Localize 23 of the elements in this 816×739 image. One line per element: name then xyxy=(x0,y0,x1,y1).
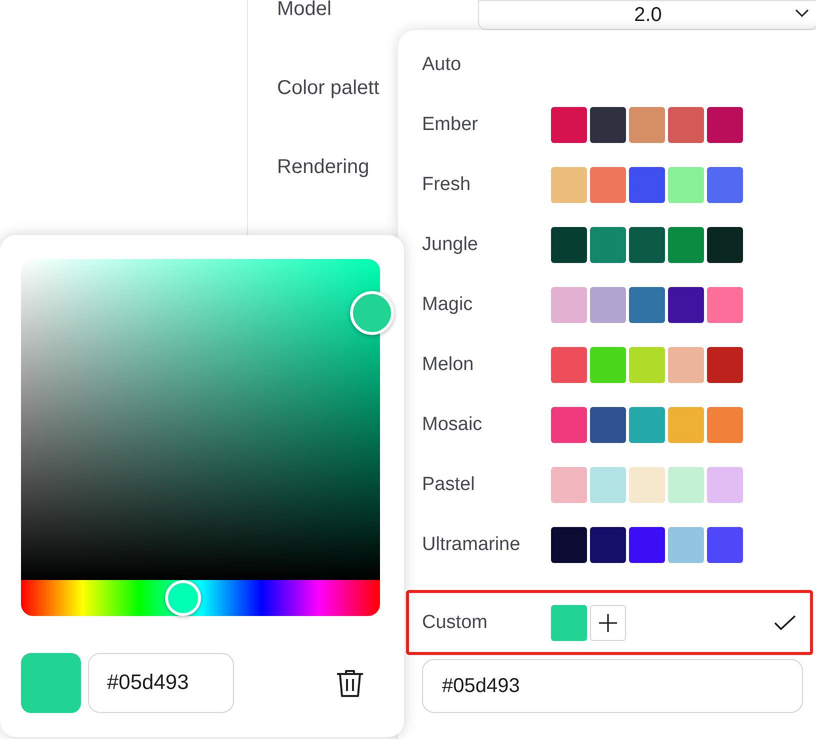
palette-option[interactable]: Melon xyxy=(422,354,551,376)
palette-option[interactable]: Ultramarine xyxy=(422,534,551,556)
palette-option[interactable]: Fresh xyxy=(422,174,551,196)
palette-option[interactable]: Pastel xyxy=(422,474,551,496)
palette-option[interactable]: Custom xyxy=(422,612,551,634)
hue-handle[interactable] xyxy=(164,580,201,616)
model-select[interactable]: 2.0 xyxy=(478,0,816,30)
hue-slider[interactable] xyxy=(21,580,380,616)
plus-icon xyxy=(598,612,618,632)
setting-label: Model xyxy=(277,0,332,21)
chevron-down-icon xyxy=(795,9,809,17)
setting-label: Color palett xyxy=(277,77,380,100)
palette-option[interactable]: Magic xyxy=(422,294,551,316)
palette-option[interactable]: Ember xyxy=(422,114,551,136)
setting-label: Rendering xyxy=(277,156,370,179)
add-color-button[interactable] xyxy=(590,604,626,640)
palette-option[interactable]: Auto xyxy=(422,54,551,76)
saturation-area[interactable] xyxy=(21,259,380,580)
palette-option[interactable]: Jungle xyxy=(422,234,551,256)
trash-icon[interactable] xyxy=(334,667,366,699)
palette-option[interactable]: Mosaic xyxy=(422,414,551,436)
hex-input[interactable]: #05d493 xyxy=(88,653,234,713)
hex-input[interactable]: #05d493 xyxy=(422,659,803,713)
